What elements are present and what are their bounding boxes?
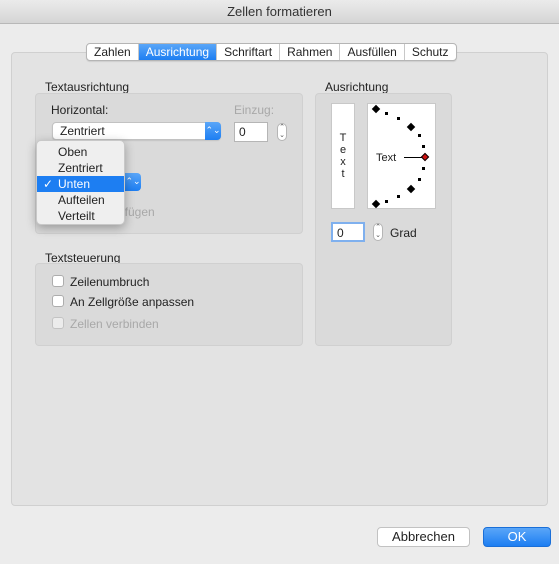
indent-input[interactable]: 0 (234, 122, 268, 142)
degrees-input[interactable]: 0 (331, 222, 365, 242)
dial-text: Text (376, 152, 397, 164)
dial-dot (385, 112, 388, 115)
chevron-updown-icon: ⌃⌄ (125, 173, 141, 191)
merge-checkbox[interactable] (52, 317, 64, 329)
dial-dot (418, 178, 421, 181)
tab-ausfuellen[interactable]: Ausfüllen (340, 44, 405, 60)
wrap-label: Zeilenumbruch (70, 275, 150, 289)
dial-needle (404, 157, 422, 158)
vertical-text-letter: T (339, 132, 347, 144)
vertical-text-button[interactable]: T e x t (331, 103, 355, 209)
orientation-heading: Ausrichtung (325, 80, 389, 94)
checkmark-icon: ✓ (43, 177, 54, 191)
angle-marker[interactable] (371, 104, 381, 114)
tab-schriftart[interactable]: Schriftart (217, 44, 281, 60)
vertical-text-letter: e (339, 144, 347, 156)
menu-item-oben[interactable]: Oben (37, 144, 124, 160)
dial-dot (385, 200, 388, 203)
indent-label: Einzug: (234, 103, 275, 117)
ok-button[interactable]: OK (483, 527, 551, 547)
merge-label: Zellen verbinden (70, 317, 159, 331)
tab-ausrichtung[interactable]: Ausrichtung (138, 44, 218, 60)
degrees-stepper[interactable]: ⌃ ⌄ (373, 223, 383, 241)
horizontal-select[interactable]: Zentriert ⌃⌄ (52, 122, 221, 140)
tab-bar: Zahlen Ausrichtung Schriftart Rahmen Aus… (86, 43, 457, 61)
dial-dot (422, 145, 425, 148)
shrink-label: An Zellgröße anpassen (70, 295, 195, 309)
horizontal-label: Horizontal: (51, 103, 109, 117)
angle-handle[interactable] (420, 152, 430, 162)
dial-dot (418, 134, 421, 137)
dial-dot (422, 167, 425, 170)
shrink-checkbox[interactable] (52, 295, 64, 307)
angle-marker[interactable] (406, 122, 416, 132)
menu-item-verteilt[interactable]: Verteilt (37, 208, 124, 224)
orientation-dial[interactable]: Text (367, 103, 436, 209)
wrap-checkbox[interactable] (52, 275, 64, 287)
tab-zahlen[interactable]: Zahlen (87, 44, 139, 60)
menu-item-zentriert[interactable]: Zentriert (37, 160, 124, 176)
cancel-button[interactable]: Abbrechen (377, 527, 470, 547)
text-alignment-heading: Textausrichtung (45, 80, 130, 94)
angle-marker[interactable] (406, 184, 416, 194)
dial-dot (397, 117, 400, 120)
chevron-updown-icon: ⌃⌄ (205, 122, 221, 140)
window-title: Zellen formatieren (227, 4, 332, 19)
vertical-dropdown-menu: Oben Zentriert ✓ Unten Aufteilen Verteilt (36, 140, 125, 225)
angle-marker[interactable] (371, 199, 381, 209)
indent-stepper[interactable]: ⌃ ⌄ (277, 123, 287, 141)
tab-schutz[interactable]: Schutz (405, 44, 456, 60)
degrees-label: Grad (390, 226, 417, 240)
vertical-text-letter: t (341, 168, 345, 180)
menu-item-unten[interactable]: ✓ Unten (37, 176, 124, 192)
horizontal-value: Zentriert (60, 124, 105, 138)
vertical-text-letter: x (340, 156, 346, 168)
menu-item-aufteilen[interactable]: Aufteilen (37, 192, 124, 208)
dial-dot (397, 195, 400, 198)
title-bar: Zellen formatieren (0, 0, 559, 24)
tab-rahmen[interactable]: Rahmen (280, 44, 341, 60)
